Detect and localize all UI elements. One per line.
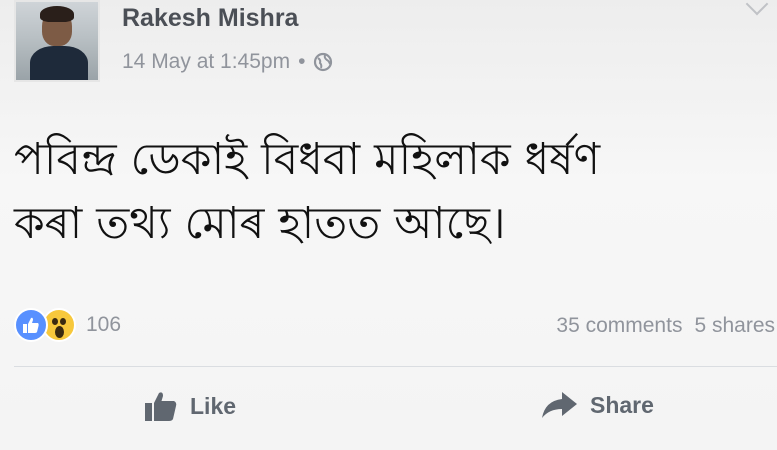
like-reaction-icon — [14, 308, 48, 342]
reactions-summary[interactable]: 106 — [14, 308, 121, 342]
author-name[interactable]: Rakesh Mishra — [122, 4, 298, 33]
chevron-down-icon[interactable] — [745, 0, 769, 16]
like-label: Like — [190, 392, 237, 419]
post-stats: 106 35 comments 5 shares — [0, 304, 777, 350]
post-timestamp[interactable]: 14 May at 1:45pm — [122, 50, 290, 74]
divider — [14, 366, 777, 367]
globe-icon — [314, 52, 333, 72]
post-header: Rakesh Mishra 14 May at 1:45pm • — [0, 0, 777, 100]
engagement-counts: 35 comments 5 shares — [556, 314, 775, 338]
share-arrow-icon — [542, 392, 577, 418]
wow-mouth — [55, 326, 64, 338]
post-text-line: কৰা তথ্য মোৰ হাতত আছে। — [14, 198, 506, 249]
comments-count-link[interactable]: 35 comments — [556, 314, 682, 338]
shares-count-link[interactable]: 5 shares — [694, 314, 775, 338]
share-button[interactable]: Share — [540, 390, 654, 420]
like-button[interactable]: Like — [144, 390, 236, 422]
avatar-hair — [40, 6, 74, 22]
avatar[interactable] — [14, 0, 100, 82]
reaction-count: 106 — [86, 313, 122, 336]
wow-eye — [52, 318, 58, 325]
post-actions: Like Share — [0, 380, 777, 444]
thumbs-up-icon — [23, 317, 39, 333]
thumbs-up-icon — [145, 392, 177, 421]
facebook-post: Rakesh Mishra 14 May at 1:45pm • পবিন্দ্… — [0, 0, 777, 450]
wow-eye — [60, 318, 66, 325]
post-text-line: পবিন্দ্র ডেকাই বিধবা মহিলাক ধৰ্ষণ — [14, 134, 601, 185]
avatar-shirt — [30, 46, 88, 80]
meta-separator: • — [298, 50, 306, 73]
post-meta: 14 May at 1:45pm • — [122, 50, 333, 74]
share-label: Share — [590, 391, 654, 418]
post-text: পবিন্দ্র ডেকাই বিধবা মহিলাক ধৰ্ষণ কৰা তথ… — [14, 128, 764, 256]
